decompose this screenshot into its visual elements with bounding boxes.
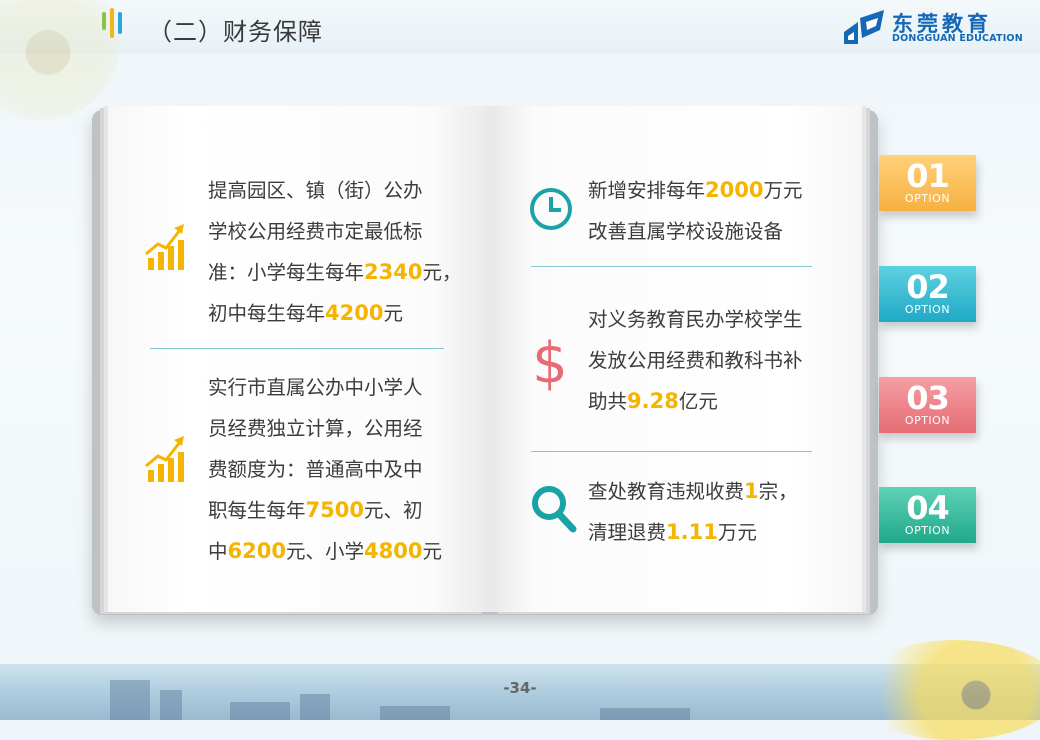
highlight-value: 4800	[363, 539, 423, 563]
option-tab-02[interactable]: 02 OPTION	[879, 266, 976, 322]
fee-violation-text: 查处教育违规收费1宗， 清理退费1.11万元	[588, 471, 798, 553]
tab-number: 01	[906, 157, 950, 195]
text-line: 学校公用经费市定最低标	[208, 220, 423, 243]
clock-icon	[530, 188, 572, 230]
staff-funding-text: 实行市直属公办中小学人 员经费独立计算，公用经 费额度为：普通高中及中 职每生每…	[208, 367, 442, 572]
tab-label: OPTION	[904, 524, 951, 537]
highlight-value: 7500	[305, 498, 364, 522]
text-line: 初中每生每年4200元	[208, 301, 403, 325]
highlight-value: 2000	[705, 178, 764, 202]
text-line: 对义务教育民办学校学生	[588, 308, 803, 331]
tab-label: OPTION	[904, 414, 951, 427]
text-line: 中6200元、小学4800元	[208, 539, 442, 563]
highlight-value: 9.28	[627, 389, 679, 413]
text-line: 费额度为：普通高中及中	[208, 458, 423, 481]
text-line: 准：小学每生每年2340元，	[208, 260, 462, 284]
facility-funding-text: 新增安排每年2000万元 改善直属学校设施设备	[588, 170, 802, 252]
text-line: 清理退费1.11万元	[588, 520, 757, 544]
funding-standard-text: 提高园区、镇（街）公办 学校公用经费市定最低标 准：小学每生每年2340元， 初…	[208, 170, 461, 334]
tab-label: OPTION	[904, 192, 951, 205]
highlight-value: 6200	[227, 539, 286, 563]
text-line: 发放公用经费和教科书补	[588, 349, 803, 372]
highlight-value: 2340	[364, 260, 423, 284]
private-school-subsidy-text: 对义务教育民办学校学生 发放公用经费和教科书补 助共9.28亿元	[588, 299, 803, 422]
growth-chart-icon	[145, 436, 184, 482]
text-line: 职每生每年7500元、初	[208, 498, 423, 522]
text-line: 新增安排每年2000万元	[588, 178, 803, 202]
section-title: （二）财务保障	[148, 18, 323, 46]
logo-mark-icon	[844, 10, 884, 44]
option-tab-03[interactable]: 03 OPTION	[879, 377, 976, 433]
option-tab-04[interactable]: 04 OPTION	[879, 487, 976, 543]
highlight-value: 1	[744, 479, 759, 503]
divider	[150, 348, 444, 349]
option-tab-01[interactable]: 01 OPTION	[879, 155, 976, 211]
highlight-value: 4200	[325, 301, 384, 325]
dongguan-education-logo: 东莞教育 DONGGUAN EDUCATION	[840, 6, 1030, 50]
tab-label: OPTION	[904, 303, 951, 316]
text-line: 助共9.28亿元	[588, 389, 718, 413]
search-icon	[532, 486, 577, 533]
divider	[531, 451, 812, 452]
svg-text:$: $	[532, 332, 568, 392]
tab-number: 02	[906, 268, 950, 306]
divider	[531, 266, 812, 267]
growth-chart-icon	[145, 224, 184, 270]
text-line: 实行市直属公办中小学人	[208, 376, 423, 399]
text-line: 查处教育违规收费1宗，	[588, 479, 798, 503]
highlight-value: 1.11	[666, 520, 718, 544]
text-line: 员经费独立计算，公用经	[208, 417, 423, 440]
logo-english-text: DONGGUAN EDUCATION	[892, 33, 1023, 44]
page-number: -34-	[503, 679, 537, 697]
text-line: 改善直属学校设施设备	[588, 220, 784, 243]
dollar-icon: $	[532, 332, 568, 392]
text-line: 提高园区、镇（街）公办	[208, 179, 423, 202]
tab-number: 03	[906, 379, 950, 417]
tab-number: 04	[906, 489, 950, 527]
